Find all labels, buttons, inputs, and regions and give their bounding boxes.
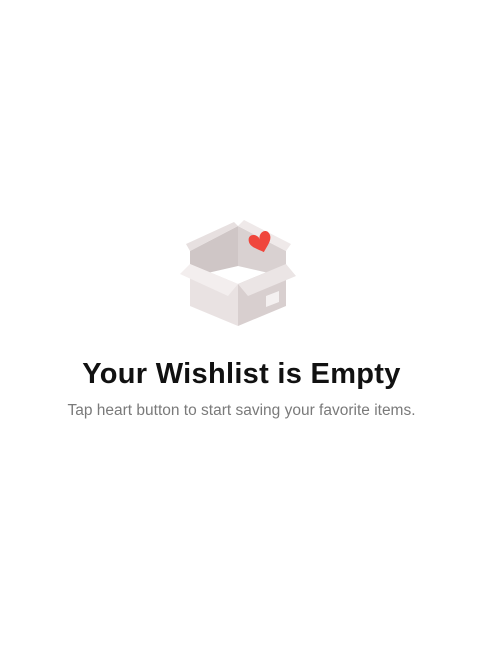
wishlist-empty-screen: Your Wishlist is Empty Tap heart button … [0,0,483,664]
empty-state-title: Your Wishlist is Empty [82,358,401,390]
empty-state-message: Tap heart button to start saving your fa… [67,402,416,419]
open-box-with-heart-icon [176,214,300,332]
